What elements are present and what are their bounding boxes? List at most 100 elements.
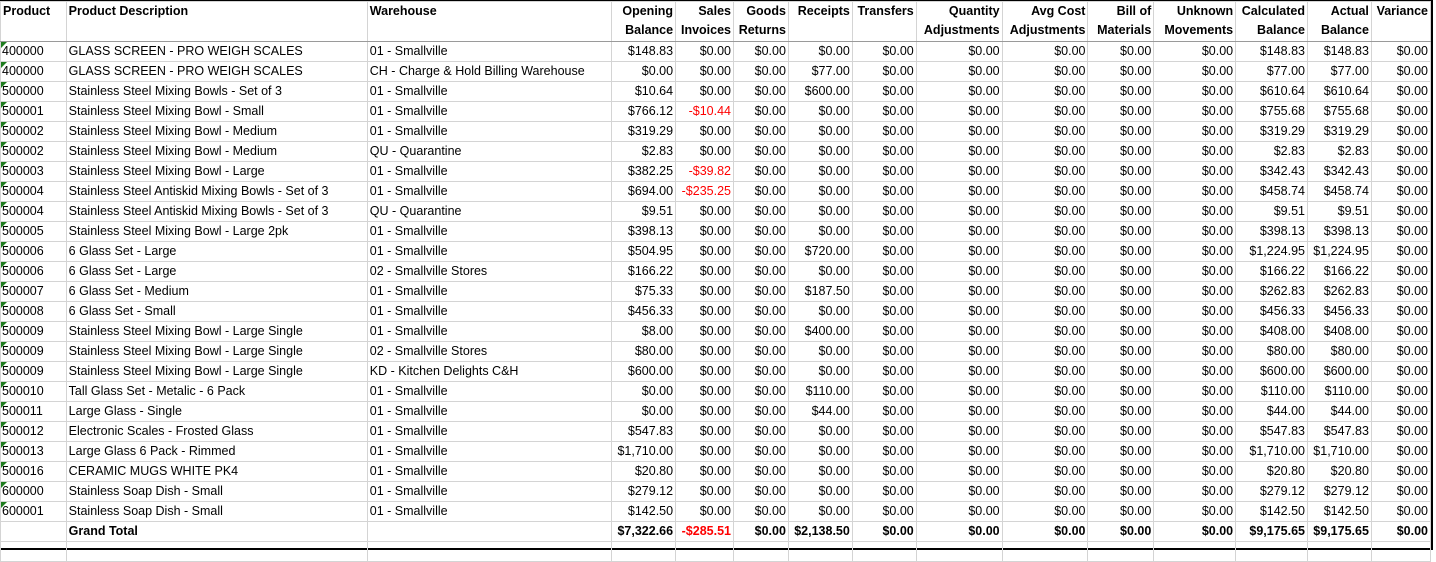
cell-variance[interactable]: $0.00 [1370,121,1432,142]
cell-qty-adj[interactable]: $0.00 [915,481,1003,502]
cell-description[interactable]: GLASS SCREEN - PRO WEIGH SCALES [65,61,368,82]
cell-variance[interactable]: $0.00 [1370,221,1432,242]
column-header-sales[interactable]: Sales Invoices [675,1,734,42]
cell-avg-cost[interactable]: $0.00 [1001,281,1089,302]
cell-bom[interactable]: $0.00 [1087,281,1155,302]
cell-goods[interactable]: $0.00 [733,481,789,502]
cell-product[interactable]: 500004 [0,201,67,222]
cell-receipts[interactable]: $400.00 [787,321,853,342]
cell-unknown[interactable]: $0.00 [1153,241,1237,262]
cell-warehouse[interactable]: 02 - Smallville Stores [366,261,613,282]
cell-warehouse[interactable]: 01 - Smallville [366,421,613,442]
cell-product[interactable]: 400000 [0,61,67,82]
cell-avg-cost[interactable]: $0.00 [1001,361,1089,382]
cell-goods[interactable]: $0.00 [733,181,789,202]
cell-bom[interactable]: $0.00 [1087,301,1155,322]
number-stored-as-text-indicator-icon[interactable] [1,442,7,448]
cell-receipts[interactable]: $0.00 [787,361,853,382]
cell-transfers[interactable]: $0.00 [851,421,917,442]
cell-opening[interactable]: $7,322.66 [611,521,677,542]
cell-variance[interactable]: $0.00 [1370,381,1432,402]
cell-qty-adj[interactable]: $0.00 [915,301,1003,322]
cell-opening[interactable]: $456.33 [611,301,677,322]
cell-receipts[interactable]: $0.00 [787,161,853,182]
cell-calculated[interactable]: $2.83 [1235,141,1308,162]
cell-variance[interactable]: $0.00 [1370,101,1432,122]
cell-variance[interactable]: $0.00 [1370,41,1432,62]
cell-transfers[interactable]: $0.00 [851,521,917,542]
cell-sales[interactable]: $0.00 [675,221,734,242]
cell-unknown[interactable]: $0.00 [1153,321,1237,342]
cell-product[interactable]: 500009 [0,361,67,382]
cell-receipts[interactable]: $0.00 [787,201,853,222]
cell-opening[interactable]: $0.00 [611,401,677,422]
cell-variance[interactable]: $0.00 [1370,461,1432,482]
cell-transfers[interactable]: $0.00 [851,161,917,182]
cell-warehouse[interactable]: 01 - Smallville [366,441,613,462]
cell-variance[interactable]: $0.00 [1370,201,1432,222]
cell-transfers[interactable]: $0.00 [851,141,917,162]
cell-bom[interactable]: $0.00 [1087,461,1155,482]
cell-goods[interactable]: $0.00 [733,201,789,222]
cell-warehouse[interactable]: 01 - Smallville [366,221,613,242]
cell-opening[interactable]: $547.83 [611,421,677,442]
column-header-warehouse[interactable]: Warehouse [366,1,613,42]
cell-opening[interactable]: $75.33 [611,281,677,302]
cell-bom[interactable]: $0.00 [1087,241,1155,262]
cell-sales[interactable]: $0.00 [675,41,734,62]
number-stored-as-text-indicator-icon[interactable] [1,82,7,88]
cell-unknown[interactable]: $0.00 [1153,81,1237,102]
cell-warehouse[interactable]: 01 - Smallville [366,281,613,302]
empty-cell[interactable] [787,541,853,562]
cell-sales[interactable]: $0.00 [675,301,734,322]
cell-bom[interactable]: $0.00 [1087,441,1155,462]
cell-description[interactable]: Stainless Steel Mixing Bowl - Large Sing… [65,361,368,382]
cell-receipts[interactable]: $2,138.50 [787,521,853,542]
cell-receipts[interactable]: $0.00 [787,101,853,122]
cell-avg-cost[interactable]: $0.00 [1001,81,1089,102]
cell-avg-cost[interactable]: $0.00 [1001,241,1089,262]
cell-unknown[interactable]: $0.00 [1153,501,1237,522]
cell-opening[interactable]: $0.00 [611,381,677,402]
cell-actual[interactable]: $458.74 [1307,181,1372,202]
cell-warehouse[interactable]: 01 - Smallville [366,121,613,142]
cell-calculated[interactable]: $408.00 [1235,321,1308,342]
column-header-opening[interactable]: Opening Balance [611,1,677,42]
cell-description[interactable]: Stainless Steel Mixing Bowl - Large 2pk [65,221,368,242]
cell-goods[interactable]: $0.00 [733,41,789,62]
cell-bom[interactable]: $0.00 [1087,61,1155,82]
empty-cell[interactable] [65,541,368,562]
number-stored-as-text-indicator-icon[interactable] [1,102,7,108]
cell-description[interactable]: Grand Total [65,521,368,542]
cell-sales[interactable]: $0.00 [675,201,734,222]
cell-product[interactable]: 500000 [0,81,67,102]
cell-warehouse[interactable] [366,521,613,542]
cell-description[interactable]: Stainless Steel Mixing Bowls - Set of 3 [65,81,368,102]
cell-receipts[interactable]: $0.00 [787,221,853,242]
cell-goods[interactable]: $0.00 [733,221,789,242]
number-stored-as-text-indicator-icon[interactable] [1,62,7,68]
cell-variance[interactable]: $0.00 [1370,441,1432,462]
cell-goods[interactable]: $0.00 [733,301,789,322]
cell-product[interactable]: 500007 [0,281,67,302]
cell-opening[interactable]: $694.00 [611,181,677,202]
cell-description[interactable]: Stainless Steel Mixing Bowl - Small [65,101,368,122]
cell-product[interactable]: 500005 [0,221,67,242]
cell-bom[interactable]: $0.00 [1087,361,1155,382]
cell-sales[interactable]: $0.00 [675,481,734,502]
cell-sales[interactable]: $0.00 [675,241,734,262]
cell-actual[interactable]: $9,175.65 [1307,521,1372,542]
cell-avg-cost[interactable]: $0.00 [1001,381,1089,402]
cell-actual[interactable]: $1,224.95 [1307,241,1372,262]
cell-receipts[interactable]: $600.00 [787,81,853,102]
cell-warehouse[interactable]: 01 - Smallville [366,501,613,522]
cell-opening[interactable]: $8.00 [611,321,677,342]
cell-goods[interactable]: $0.00 [733,161,789,182]
cell-variance[interactable]: $0.00 [1370,81,1432,102]
cell-transfers[interactable]: $0.00 [851,241,917,262]
cell-description[interactable]: Tall Glass Set - Metalic - 6 Pack [65,381,368,402]
cell-unknown[interactable]: $0.00 [1153,381,1237,402]
cell-qty-adj[interactable]: $0.00 [915,201,1003,222]
cell-product[interactable]: 500009 [0,341,67,362]
cell-calculated[interactable]: $80.00 [1235,341,1308,362]
